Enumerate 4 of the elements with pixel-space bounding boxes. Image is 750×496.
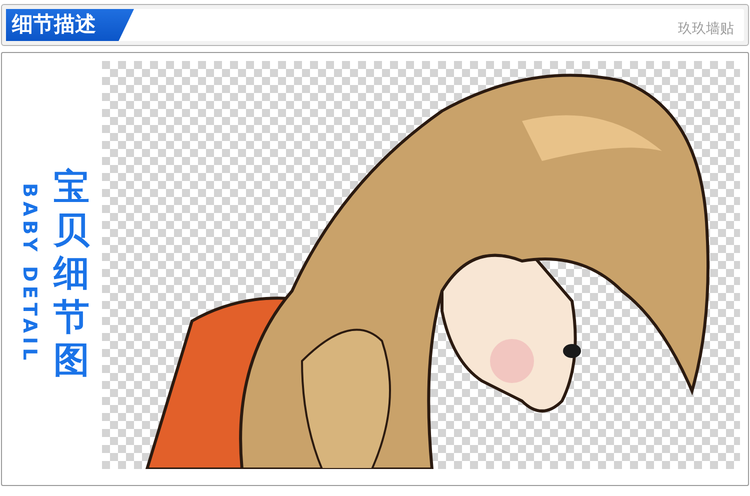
vertical-english-label: BABY DETAIL xyxy=(17,183,42,365)
brand-label: 玖玖墙贴 xyxy=(678,20,734,38)
vertical-chinese-label: 宝贝细节图 xyxy=(53,166,90,382)
section-title: 细节描述 xyxy=(6,9,134,41)
